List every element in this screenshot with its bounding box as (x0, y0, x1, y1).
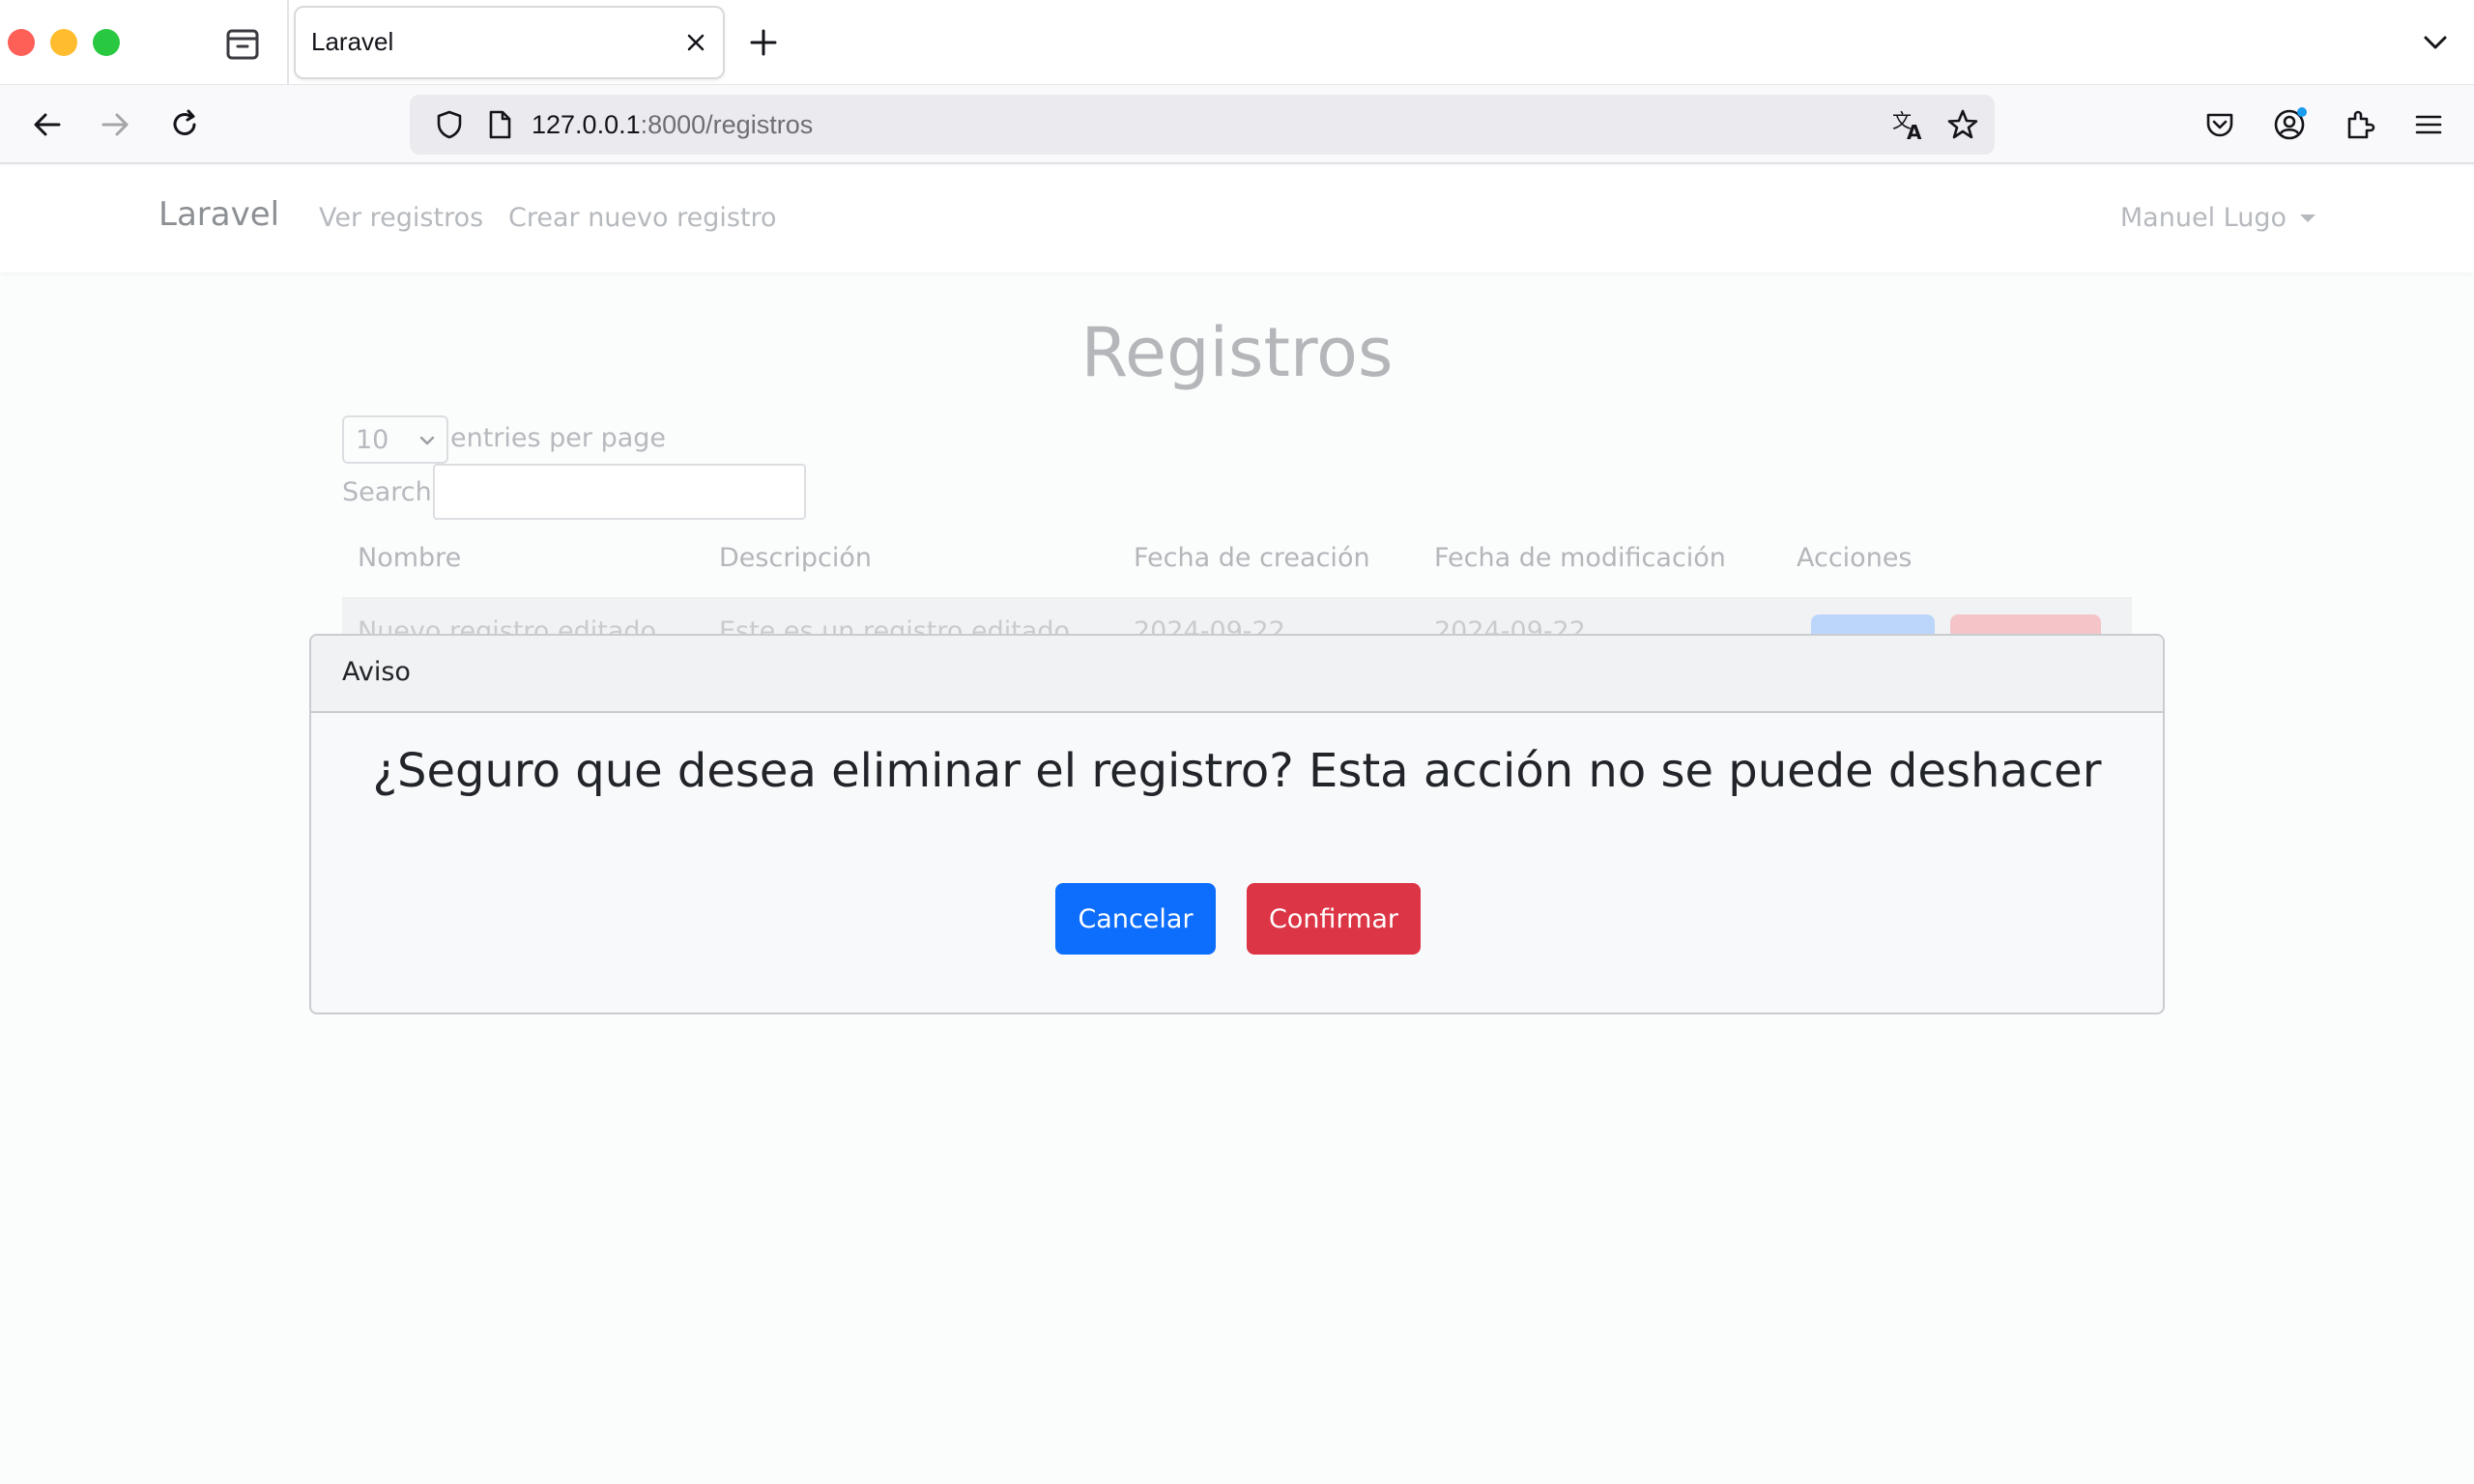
entries-value: 10 (356, 425, 389, 455)
window-close-icon[interactable] (8, 29, 35, 56)
bookmark-star-icon[interactable] (1941, 102, 1985, 147)
tab-overview-icon[interactable] (222, 25, 263, 62)
tab-separator (287, 0, 289, 85)
column-header-fecha-modificacion[interactable]: Fecha de modificación (1434, 543, 1726, 573)
close-tab-icon[interactable] (682, 29, 709, 56)
url-host: 127.0.0.1 (532, 110, 641, 139)
browser-tab[interactable]: Laravel (296, 8, 723, 77)
user-dropdown[interactable]: Manuel Lugo (2120, 203, 2316, 233)
svg-text:A: A (1907, 121, 1922, 143)
entries-per-page-label: entries per page (450, 423, 667, 453)
nav-link-ver-registros[interactable]: Ver registros (319, 203, 483, 233)
new-tab-icon[interactable] (746, 25, 781, 60)
url-text[interactable]: 127.0.0.1:8000/registros (532, 110, 813, 140)
chevron-down-icon[interactable] (2420, 27, 2451, 58)
modal-message: ¿Seguro que desea eliminar el registro? … (372, 744, 2102, 798)
column-header-nombre[interactable]: Nombre (358, 543, 461, 573)
entries-per-page-select[interactable]: 10 (342, 415, 448, 464)
nav-link-crear-registro[interactable]: Crear nuevo registro (508, 203, 777, 233)
browser-tab-strip: Laravel (0, 0, 2474, 85)
search-label: Search: (342, 477, 441, 507)
url-path: :8000/registros (640, 110, 814, 139)
shield-icon[interactable] (427, 102, 472, 147)
window-minimize-icon[interactable] (50, 29, 77, 56)
extensions-icon[interactable] (2337, 102, 2381, 147)
caret-down-icon (2300, 214, 2316, 222)
menu-icon[interactable] (2406, 102, 2451, 147)
reload-icon[interactable] (162, 102, 207, 147)
modal-title: Aviso (342, 657, 411, 687)
column-header-fecha-creacion[interactable]: Fecha de creación (1134, 543, 1370, 573)
column-header-acciones: Acciones (1797, 543, 1913, 573)
tab-title: Laravel (311, 27, 394, 56)
chevron-down-icon (417, 431, 437, 450)
navbar-brand[interactable]: Laravel (158, 195, 279, 234)
address-bar[interactable]: 127.0.0.1:8000/registros 文A (410, 95, 1995, 155)
search-input[interactable] (433, 464, 806, 520)
pocket-icon[interactable] (2198, 102, 2242, 147)
modal-header: Aviso (311, 636, 2163, 713)
back-arrow-icon[interactable] (25, 102, 70, 147)
window-zoom-icon[interactable] (93, 29, 120, 56)
forward-arrow-icon[interactable] (93, 102, 137, 147)
cancel-button[interactable]: Cancelar (1055, 883, 1216, 955)
confirm-delete-modal: Aviso ¿Seguro que desea eliminar el regi… (309, 634, 2165, 1014)
translate-icon[interactable]: 文A (1886, 102, 1931, 147)
page-title: Registros (1080, 313, 1394, 392)
browser-toolbar: 127.0.0.1:8000/registros 文A (0, 85, 2474, 164)
page-content: Laravel Ver registros Crear nuevo regist… (0, 166, 2474, 1484)
page-icon (477, 102, 522, 147)
confirm-button[interactable]: Confirmar (1247, 883, 1421, 955)
account-icon[interactable] (2267, 102, 2312, 147)
column-header-descripcion[interactable]: Descripción (719, 543, 872, 573)
user-name: Manuel Lugo (2119, 203, 2287, 233)
app-navbar: Laravel Ver registros Crear nuevo regist… (0, 166, 2474, 272)
